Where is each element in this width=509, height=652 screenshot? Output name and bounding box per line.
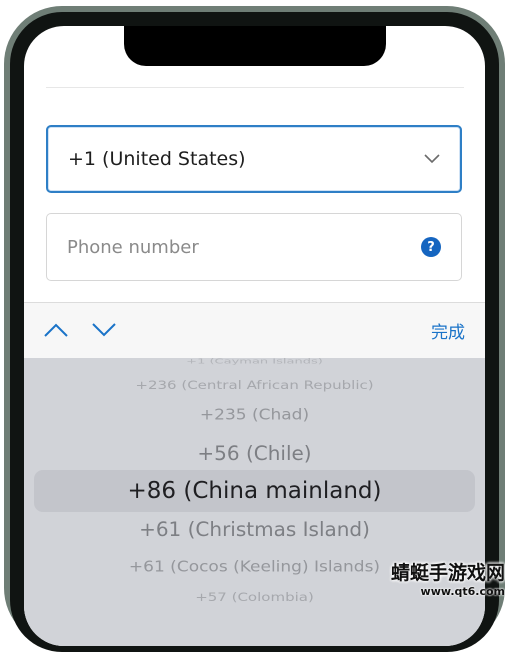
picker-item[interactable]: +236 (Central African Republic) <box>24 379 485 390</box>
phone-bezel: +1 (United States) Phone number ? 完成 +1 … <box>0 0 509 652</box>
phone-notch <box>124 26 386 66</box>
phone-number-placeholder: Phone number <box>67 236 199 258</box>
watermark-title: 蜻蜓手游戏网 <box>390 562 505 584</box>
picker-item[interactable]: +235 (Chad) <box>24 407 485 423</box>
country-code-value: +1 (United States) <box>68 148 246 170</box>
country-picker-wheel[interactable]: +1 (Cayman Islands) +236 (Central African… <box>24 358 485 646</box>
chevron-down-icon[interactable] <box>92 323 116 337</box>
help-icon[interactable]: ? <box>421 237 441 257</box>
done-button[interactable]: 完成 <box>431 318 465 343</box>
phone-number-input[interactable]: Phone number ? <box>46 213 462 281</box>
picker-item[interactable]: +1 (Cayman Islands) <box>24 358 485 365</box>
picker-item[interactable]: +61 (Christmas Island) <box>24 519 485 538</box>
picker-item-selected[interactable]: +86 (China mainland) <box>24 479 485 503</box>
chevron-down-icon <box>424 154 440 164</box>
picker-item[interactable]: +56 (Chile) <box>24 443 485 462</box>
watermark: 蜻蜓手游戏网 www.qt6.com <box>391 558 505 598</box>
phone-screen: +1 (United States) Phone number ? 完成 +1 … <box>24 26 485 646</box>
chevron-up-icon[interactable] <box>44 323 68 337</box>
country-code-select[interactable]: +1 (United States) <box>46 125 462 193</box>
watermark-url: www.qt6.com <box>420 585 505 598</box>
keyboard-toolbar: 完成 <box>24 303 485 358</box>
top-divider <box>46 87 464 88</box>
